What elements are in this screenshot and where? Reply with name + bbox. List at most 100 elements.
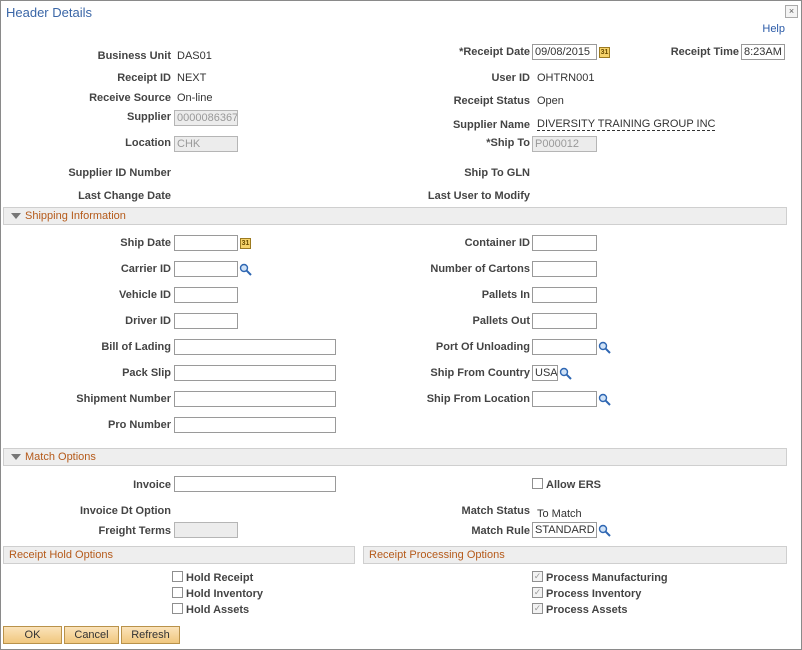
lookup-search-icon[interactable] [239, 263, 252, 276]
hold-inventory-checkbox[interactable] [172, 587, 183, 598]
receipt-processing-section-title: Receipt Processing Options [369, 549, 505, 561]
shipping-section-header[interactable]: Shipping Information [3, 207, 787, 225]
lookup-search-icon[interactable] [598, 524, 611, 537]
receipt-hold-section-header: Receipt Hold Options [3, 546, 355, 564]
container-id-input[interactable] [532, 235, 597, 251]
collapse-triangle-icon[interactable] [11, 213, 21, 219]
bill-of-lading-input[interactable] [174, 339, 336, 355]
match-rule-input[interactable]: STANDARD [532, 522, 597, 538]
ship-to-gln-label: Ship To GLN [464, 167, 530, 179]
collapse-triangle-icon[interactable] [11, 454, 21, 460]
freight-terms-label: Freight Terms [98, 525, 171, 537]
ok-button[interactable]: OK [3, 626, 62, 644]
shipment-number-input[interactable] [174, 391, 336, 407]
process-inventory-checkbox[interactable]: ✓ [532, 587, 543, 598]
carrier-id-input[interactable] [174, 261, 238, 277]
business-unit-label: Business Unit [97, 50, 171, 62]
receipt-date-label: *Receipt Date [459, 46, 530, 58]
cancel-button[interactable]: Cancel [64, 626, 119, 644]
port-of-unloading-input[interactable] [532, 339, 597, 355]
process-assets-label: Process Assets [546, 604, 628, 616]
refresh-button[interactable]: Refresh [121, 626, 180, 644]
pallets-out-label: Pallets Out [472, 315, 530, 327]
pro-number-label: Pro Number [108, 419, 171, 431]
process-manufacturing-checkbox[interactable]: ✓ [532, 571, 543, 582]
process-manufacturing-label: Process Manufacturing [546, 572, 668, 584]
hold-inventory-label: Hold Inventory [186, 588, 264, 600]
ship-date-input[interactable] [174, 235, 238, 251]
location-input[interactable]: CHK [174, 136, 238, 152]
shipment-number-label: Shipment Number [76, 393, 171, 405]
receive-source-label: Receive Source [89, 92, 171, 104]
ship-to-label: *Ship To [486, 137, 530, 149]
allow-ers-checkbox[interactable] [532, 478, 543, 489]
receive-source-value: On-line [177, 92, 213, 104]
hold-assets-label: Hold Assets [186, 604, 250, 616]
invoice-input[interactable] [174, 476, 336, 492]
last-change-date-label: Last Change Date [78, 190, 171, 202]
vehicle-id-input[interactable] [174, 287, 238, 303]
pallets-out-input[interactable] [532, 313, 597, 329]
pallets-in-label: Pallets In [481, 289, 530, 301]
user-id-label: User ID [491, 72, 530, 84]
supplier-input[interactable]: 0000086367 [174, 110, 238, 126]
hold-receipt-checkbox[interactable] [172, 571, 183, 582]
freight-terms-input[interactable] [174, 522, 238, 538]
help-link[interactable]: Help [762, 23, 785, 35]
driver-id-label: Driver ID [125, 315, 171, 327]
port-of-unloading-label: Port Of Unloading [435, 341, 530, 353]
pack-slip-input[interactable] [174, 365, 336, 381]
ship-from-country-input[interactable]: USA [532, 365, 558, 381]
lookup-search-icon[interactable] [559, 367, 572, 380]
lookup-search-icon[interactable] [598, 341, 611, 354]
header-details-dialog: Header Details × Help Business Unit DAS0… [0, 0, 802, 650]
vehicle-id-label: Vehicle ID [119, 289, 171, 301]
hold-assets-checkbox[interactable] [172, 603, 183, 614]
container-id-label: Container ID [464, 237, 530, 249]
number-of-cartons-input[interactable] [532, 261, 597, 277]
receipt-hold-section-title: Receipt Hold Options [9, 549, 113, 561]
calendar-icon[interactable]: 31 [599, 47, 610, 58]
ship-from-location-label: Ship From Location [426, 393, 530, 405]
close-button[interactable]: × [785, 5, 798, 18]
match-section-title[interactable]: Match Options [25, 451, 96, 463]
ship-from-country-label: Ship From Country [430, 367, 530, 379]
business-unit-value: DAS01 [177, 50, 212, 62]
calendar-icon[interactable]: 31 [240, 238, 251, 249]
location-label: Location [125, 137, 171, 149]
pro-number-input[interactable] [174, 417, 336, 433]
match-rule-label: Match Rule [471, 525, 530, 537]
supplier-id-number-label: Supplier ID Number [68, 167, 171, 179]
dialog-title: Header Details [6, 5, 92, 20]
supplier-label: Supplier [126, 111, 171, 123]
process-inventory-label: Process Inventory [546, 588, 642, 600]
match-section-header[interactable]: Match Options [3, 448, 787, 466]
carrier-id-label: Carrier ID [120, 263, 171, 275]
hold-receipt-label: Hold Receipt [186, 572, 254, 584]
receipt-time-input[interactable]: 8:23AM [741, 44, 785, 60]
supplier-name-label: Supplier Name [452, 119, 530, 131]
receipt-id-label: Receipt ID [117, 72, 171, 84]
supplier-name-value[interactable]: DIVERSITY TRAINING GROUP INC [537, 118, 716, 131]
pallets-in-input[interactable] [532, 287, 597, 303]
receipt-date-input[interactable]: 09/08/2015 [532, 44, 597, 60]
invoice-label: Invoice [133, 479, 171, 491]
lookup-search-icon[interactable] [598, 393, 611, 406]
driver-id-input[interactable] [174, 313, 238, 329]
match-status-label: Match Status [461, 505, 530, 517]
receipt-id-value: NEXT [177, 72, 207, 84]
receipt-status-label: Receipt Status [453, 95, 530, 107]
invoice-dt-option-label: Invoice Dt Option [79, 505, 171, 517]
shipping-section-title[interactable]: Shipping Information [25, 210, 126, 222]
ship-date-label: Ship Date [120, 237, 171, 249]
process-assets-checkbox[interactable]: ✓ [532, 603, 543, 614]
ship-to-input[interactable]: P000012 [532, 136, 597, 152]
receipt-processing-section-header: Receipt Processing Options [363, 546, 787, 564]
user-id-value: OHTRN001 [537, 72, 595, 84]
allow-ers-label: Allow ERS [546, 479, 602, 491]
receipt-time-label: Receipt Time [670, 46, 739, 58]
ship-from-location-input[interactable] [532, 391, 597, 407]
bill-of-lading-label: Bill of Lading [101, 341, 171, 353]
receipt-status-value: Open [537, 95, 564, 107]
number-of-cartons-label: Number of Cartons [430, 263, 530, 275]
